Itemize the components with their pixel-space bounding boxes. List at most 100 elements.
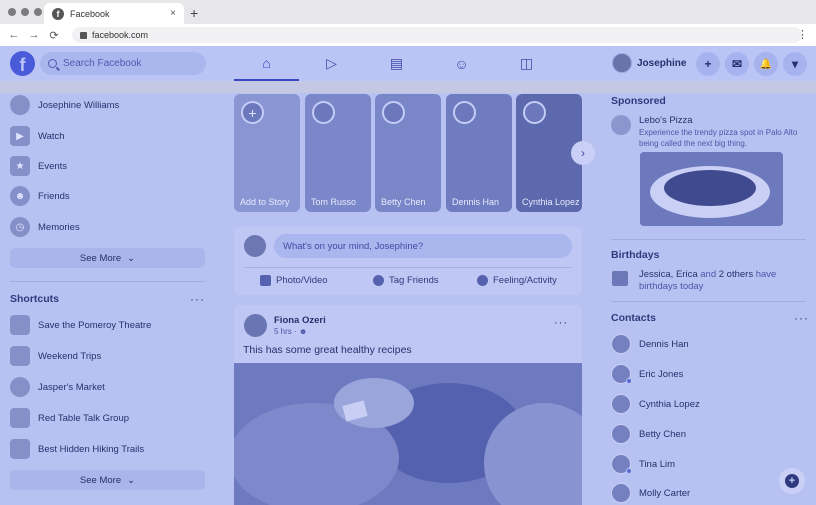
shortcut-item[interactable]: Jasper's Market (10, 377, 105, 397)
sidebar-item-label: Watch (38, 130, 65, 142)
home-icon: ⌂ (262, 54, 271, 71)
story-card[interactable]: Betty Chen (375, 94, 441, 212)
stories-next-button[interactable]: › (571, 141, 595, 165)
close-window-button[interactable] (8, 8, 16, 16)
post-author[interactable]: Fiona Ozeri (274, 315, 326, 326)
ad-logo-icon (611, 115, 631, 135)
contacts-options-icon[interactable]: ··· (794, 311, 809, 325)
sidebar-item-memories[interactable]: ◷ Memories (10, 217, 80, 237)
browser-tab[interactable]: f Facebook × (44, 3, 184, 24)
main-nav: ⌂ ▷ ▤ ☺ ◫ (234, 46, 559, 81)
nav-watch[interactable]: ▷ (299, 46, 364, 81)
shortcuts-options-icon[interactable]: ··· (190, 292, 205, 306)
avatar[interactable] (244, 314, 267, 337)
birthday-text[interactable]: Jessica, Erica and 2 others have birthda… (639, 269, 804, 293)
url-input[interactable]: facebook.com (72, 27, 802, 43)
shortcut-item[interactable]: Best Hidden Hiking Trails (10, 439, 144, 459)
story-card[interactable]: Tom Russo (305, 94, 371, 212)
divider (244, 267, 572, 268)
ad-name: Lebo's Pizza (639, 115, 693, 126)
shortcut-label: Red Table Talk Group (38, 412, 130, 424)
reload-button[interactable]: ⟳ (46, 29, 62, 42)
messenger-icon[interactable]: ✉ (725, 52, 749, 76)
photo-video-button[interactable]: Photo/Video (260, 275, 328, 286)
contact-item[interactable]: Tina Lim (611, 454, 675, 474)
see-more-label: See More (79, 252, 122, 264)
photo-icon (260, 275, 271, 286)
tag-friends-button[interactable]: Tag Friends (373, 275, 439, 286)
nav-groups[interactable]: ☺ (429, 46, 494, 81)
sidebar-item-profile[interactable]: Josephine Williams (10, 95, 119, 115)
see-more-shortcuts-button[interactable]: See More ⌄ (10, 470, 205, 490)
groups-icon: ☺ (454, 55, 469, 72)
shortcut-thumbnail-icon (10, 377, 30, 397)
sidebar-item-watch[interactable]: ▶ Watch (10, 126, 65, 146)
avatar (244, 235, 266, 257)
story-name: Cynthia Lopez (522, 197, 580, 207)
new-tab-button[interactable]: + (190, 5, 198, 21)
window-controls[interactable] (8, 8, 42, 16)
divider (611, 239, 806, 240)
divider (10, 281, 205, 282)
tag-friends-icon (373, 275, 384, 286)
see-more-button[interactable]: See More ⌄ (10, 248, 205, 268)
profile-button[interactable]: Josephine (612, 53, 686, 73)
minimize-window-button[interactable] (21, 8, 29, 16)
nav-home[interactable]: ⌂ (234, 46, 299, 81)
contact-item[interactable]: Eric Jones (611, 364, 683, 384)
gift-icon (612, 271, 628, 286)
contact-name: Molly Carter (639, 487, 691, 499)
shortcut-item[interactable]: Red Table Talk Group (10, 408, 129, 428)
facebook-logo-icon[interactable]: f (10, 51, 35, 76)
maximize-window-button[interactable] (34, 8, 42, 16)
browser-tabbar: f Facebook × + (0, 0, 816, 24)
back-button[interactable]: ← (6, 29, 22, 42)
close-tab-icon[interactable]: × (170, 8, 176, 19)
shortcut-label: Best Hidden Hiking Trails (38, 443, 145, 455)
online-status-icon (626, 468, 632, 474)
feeling-activity-button[interactable]: Feeling/Activity (477, 275, 557, 286)
search-input[interactable]: Search Facebook (40, 52, 206, 75)
story-avatar (382, 101, 405, 124)
status-input[interactable]: What's on your mind, Josephine? (274, 234, 572, 258)
tag-friends-label: Tag Friends (389, 275, 439, 286)
account-menu-icon[interactable]: ▾ (783, 52, 807, 76)
avatar (611, 334, 631, 354)
sidebar-item-friends[interactable]: ☻ Friends (10, 186, 70, 206)
shortcut-item[interactable]: Weekend Trips (10, 346, 101, 366)
chevron-down-icon: ⌄ (127, 474, 136, 486)
contact-item[interactable]: Molly Carter (611, 483, 690, 503)
search-placeholder: Search Facebook (63, 58, 142, 69)
contact-item[interactable]: Cynthia Lopez (611, 394, 700, 414)
gaming-icon: ◫ (519, 55, 534, 71)
contacts-title: Contacts (611, 312, 656, 324)
post-options-icon[interactable]: ··· (554, 317, 568, 329)
notifications-icon[interactable]: 🔔 (754, 52, 778, 76)
sponsored-title: Sponsored (611, 95, 666, 107)
marketplace-icon: ▤ (389, 55, 404, 71)
url-text: facebook.com (92, 30, 149, 40)
story-name: Betty Chen (381, 197, 426, 207)
birthday-and: and (697, 269, 719, 280)
contact-item[interactable]: Dennis Han (611, 334, 689, 354)
story-card[interactable]: Dennis Han (446, 94, 512, 212)
story-avatar (453, 101, 476, 124)
nav-marketplace[interactable]: ▤ (364, 46, 429, 81)
post-time[interactable]: 5 hrs · (274, 327, 299, 336)
contact-name: Dennis Han (639, 338, 689, 350)
story-avatar (523, 101, 546, 124)
new-message-button[interactable]: + (779, 468, 805, 494)
sidebar-item-label: Events (38, 160, 68, 172)
shortcut-item[interactable]: Save the Pomeroy Theatre (10, 315, 151, 335)
nav-gaming[interactable]: ◫ (494, 46, 559, 81)
post-image[interactable] (234, 363, 582, 505)
avatar (611, 424, 631, 444)
forward-button[interactable]: → (26, 29, 42, 42)
ad-image (640, 152, 783, 226)
lock-icon (80, 31, 87, 39)
browser-menu-icon[interactable]: ⋮ (797, 28, 808, 41)
sidebar-item-events[interactable]: ★ Events (10, 156, 67, 176)
create-button[interactable]: + (696, 52, 720, 76)
story-card-add[interactable]: + Add to Story (234, 94, 300, 212)
contact-item[interactable]: Betty Chen (611, 424, 686, 444)
